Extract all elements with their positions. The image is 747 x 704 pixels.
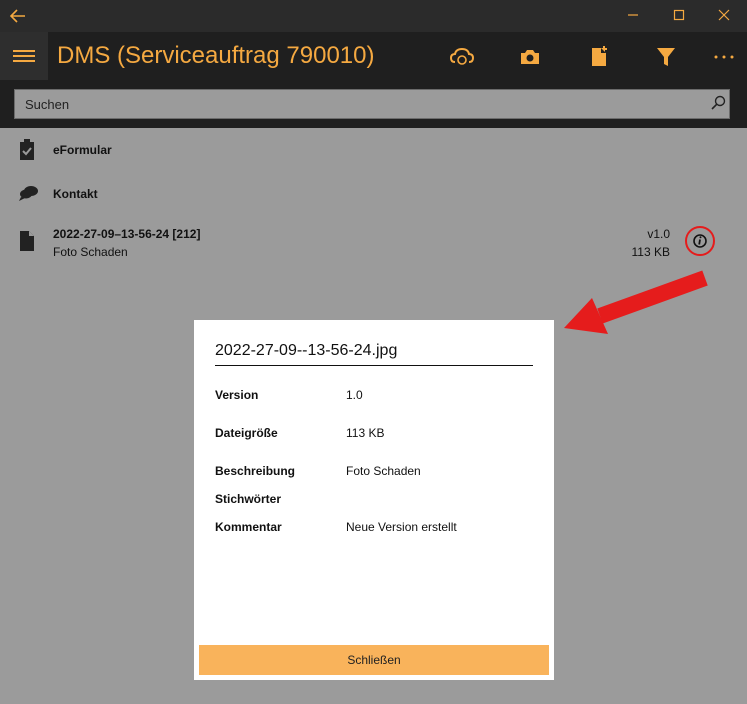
dialog-title: 2022-27-09--13-56-24.jpg [215, 342, 398, 359]
field-value-description: Foto Schaden [346, 464, 421, 478]
page-title: DMS (Serviceauftrag 790010) [57, 42, 375, 69]
new-document-icon[interactable] [582, 40, 616, 74]
divider [215, 365, 533, 366]
list-item-title: eFormular [53, 143, 112, 157]
annotation-arrow [564, 270, 708, 334]
close-dialog-button[interactable]: Schließen [199, 645, 549, 675]
filter-icon[interactable] [649, 40, 683, 74]
title-bar [0, 0, 747, 32]
field-label-size: Dateigröße [215, 426, 278, 440]
minimize-icon[interactable] [610, 0, 656, 32]
field-label-description: Beschreibung [215, 464, 296, 478]
document-size: 113 KB [631, 245, 670, 259]
list-item-document[interactable]: 2022-27-09–13-56-24 [212] Foto Schaden v… [0, 222, 747, 264]
list-item-kontakt[interactable]: Kontakt [0, 182, 747, 212]
field-label-comment: Kommentar [215, 520, 282, 534]
field-value-comment: Neue Version erstellt [346, 520, 457, 534]
document-icon [18, 230, 38, 252]
document-title: 2022-27-09–13-56-24 [212] [53, 227, 201, 241]
field-label-version: Version [215, 388, 259, 402]
info-icon [693, 234, 707, 248]
app-bar: DMS (Serviceauftrag 790010) [0, 32, 747, 80]
document-description: Foto Schaden [53, 245, 128, 259]
hamburger-menu-icon[interactable] [0, 32, 48, 80]
search-input[interactable] [14, 89, 730, 119]
back-arrow-icon[interactable] [9, 6, 38, 26]
search-icon[interactable] [710, 95, 726, 111]
camera-icon[interactable] [513, 40, 547, 74]
info-button[interactable] [685, 226, 715, 256]
list-item-eformular[interactable]: eFormular [0, 138, 747, 168]
maximize-icon[interactable] [656, 0, 702, 32]
clipboard-check-icon [18, 138, 38, 160]
close-icon[interactable] [701, 0, 747, 32]
chat-bubbles-icon [18, 184, 38, 206]
file-info-dialog: 2022-27-09--13-56-24.jpg Version 1.0 Dat… [194, 320, 554, 680]
search-bar [0, 80, 747, 128]
list-item-title: Kontakt [53, 187, 98, 201]
field-value-size: 113 KB [346, 426, 385, 440]
field-label-keywords: Stichwörter [215, 492, 282, 506]
field-value-version: 1.0 [346, 388, 363, 402]
more-icon[interactable] [707, 40, 741, 74]
document-version: v1.0 [647, 227, 670, 241]
cloud-sync-icon[interactable] [445, 40, 479, 74]
